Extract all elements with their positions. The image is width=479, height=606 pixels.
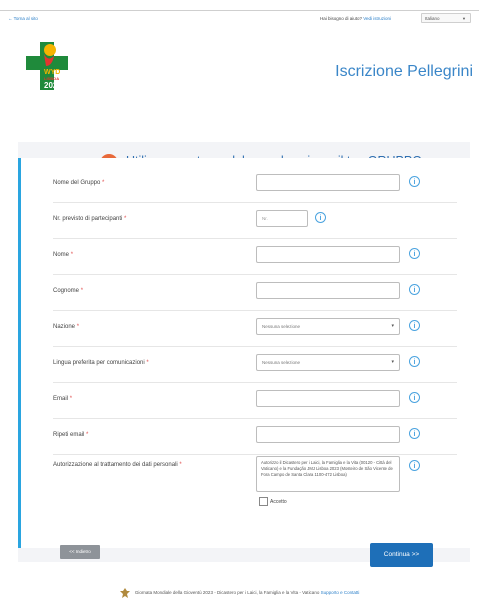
- help-prefix: Hai bisogno di aiuto?: [320, 16, 363, 21]
- field-label: Nr. previsto di partecipanti *: [53, 216, 127, 222]
- top-bar: ← Torna al sito Hai bisogno di aiuto? Ve…: [0, 10, 479, 27]
- field-label: Lingua preferita per comunicazioni *: [53, 360, 149, 366]
- chevron-down-icon: ▾: [391, 323, 394, 329]
- accept-checkbox-wrap[interactable]: Accetto: [259, 497, 287, 506]
- field-label: Autorizzazione al trattamento dei dati p…: [53, 462, 182, 468]
- back-button[interactable]: << Indietro: [60, 545, 100, 559]
- info-icon[interactable]: i: [409, 248, 420, 259]
- consent-textarea[interactable]: Autorizzo il Dicastero per i Laici, la F…: [256, 456, 400, 492]
- participants-placeholder: Nr.: [262, 216, 268, 221]
- country-select-value: Nessuna selezione: [262, 324, 301, 329]
- form-body: Nome del Gruppo * i Nr. previsto di part…: [18, 158, 470, 548]
- field-row-group-name: Nome del Gruppo * i: [53, 166, 457, 203]
- info-icon[interactable]: i: [409, 392, 420, 403]
- language-select[interactable]: Italiano ▼: [421, 13, 471, 23]
- email-input[interactable]: [256, 390, 400, 407]
- info-icon[interactable]: i: [409, 320, 420, 331]
- chevron-down-icon: ▼: [462, 16, 466, 21]
- first-name-input[interactable]: [256, 246, 400, 263]
- field-row-consent: Autorizzazione al trattamento dei dati p…: [53, 456, 457, 516]
- last-name-input[interactable]: [256, 282, 400, 299]
- info-icon[interactable]: i: [409, 428, 420, 439]
- field-row-country: Nazione * Nessuna selezione ▾ i: [53, 310, 457, 347]
- support-contact-link[interactable]: Supporto e Contatti: [321, 590, 360, 595]
- field-row-repeat-email: Ripeti email * i: [53, 418, 457, 455]
- vatican-emblem-icon: [119, 588, 130, 598]
- accept-checkbox[interactable]: [259, 497, 268, 506]
- field-row-email: Email * i: [53, 382, 457, 419]
- field-label: Cognome *: [53, 288, 84, 294]
- language-preference-select[interactable]: Nessuna selezione ▾: [256, 354, 400, 371]
- language-value: Italiano: [425, 16, 440, 21]
- field-label: Nome del Gruppo *: [53, 180, 105, 186]
- info-icon[interactable]: i: [409, 356, 420, 367]
- info-icon[interactable]: i: [409, 284, 420, 295]
- logo-text-year: 2023: [44, 81, 62, 90]
- field-row-first-name: Nome * i: [53, 238, 457, 275]
- field-row-language: Lingua preferita per comunicazioni * Nes…: [53, 346, 457, 383]
- field-label: Nazione *: [53, 324, 80, 330]
- continue-button[interactable]: Continua >>: [370, 543, 433, 567]
- info-icon[interactable]: i: [315, 212, 326, 223]
- participants-input[interactable]: Nr.: [256, 210, 308, 227]
- repeat-email-input[interactable]: [256, 426, 400, 443]
- footer: Giornata Mondiale della Gioventù 2023 - …: [0, 588, 479, 598]
- help-text: Hai bisogno di aiuto? Vedi istruzioni: [320, 16, 391, 21]
- info-icon[interactable]: i: [409, 460, 420, 471]
- group-name-input[interactable]: [256, 174, 400, 191]
- page-title: Iscrizione Pellegrini: [335, 63, 473, 80]
- instructions-link[interactable]: Vedi istruzioni: [363, 16, 391, 21]
- language-select-value: Nessuna selezione: [262, 360, 301, 365]
- field-row-participants: Nr. previsto di partecipanti * Nr. i: [53, 202, 457, 239]
- accept-label: Accetto: [270, 498, 287, 505]
- back-to-site-link[interactable]: ← Torna al sito: [8, 16, 38, 21]
- chevron-down-icon: ▾: [391, 359, 394, 365]
- wyd-lisboa-logo: WYD LISBOA 2023: [26, 42, 68, 90]
- field-label: Email *: [53, 396, 73, 402]
- field-row-last-name: Cognome * i: [53, 274, 457, 311]
- country-select[interactable]: Nessuna selezione ▾: [256, 318, 400, 335]
- footer-text: Giornata Mondiale della Gioventù 2023 - …: [134, 590, 320, 596]
- field-label: Nome *: [53, 252, 74, 258]
- info-icon[interactable]: i: [409, 176, 420, 187]
- logo-text-wyd: WYD: [44, 69, 60, 76]
- field-label: Ripeti email *: [53, 432, 89, 438]
